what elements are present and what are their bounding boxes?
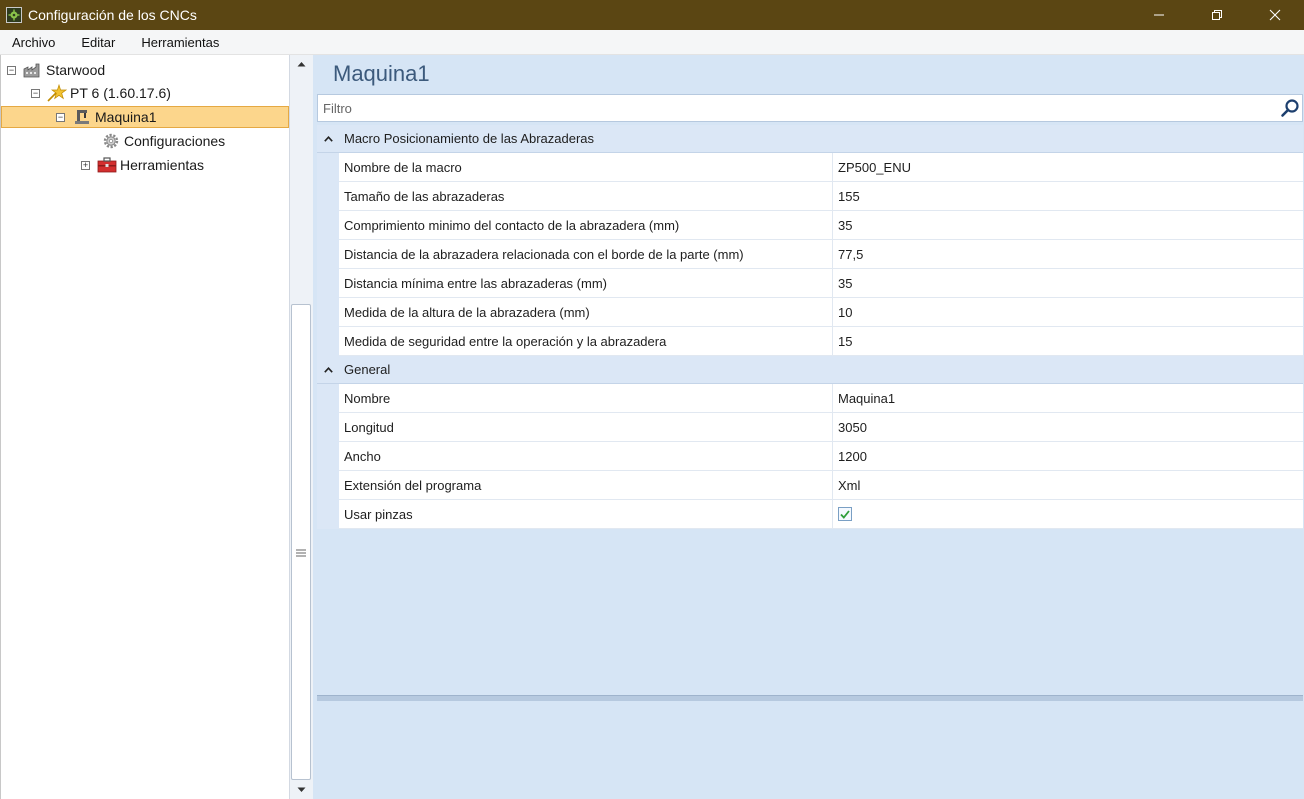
chevron-down-icon: [297, 787, 306, 792]
collapse-icon[interactable]: −: [56, 112, 65, 122]
property-name: Usar pinzas: [339, 500, 833, 529]
collapse-icon[interactable]: −: [31, 88, 40, 98]
property-row[interactable]: Distancia de la abrazadera relacionada c…: [317, 240, 1303, 269]
property-row[interactable]: Nombre de la macro ZP500_ENU: [317, 153, 1303, 182]
property-value[interactable]: 77,5: [833, 240, 1303, 269]
property-row[interactable]: Medida de seguridad entre la operación y…: [317, 327, 1303, 356]
checkmark-icon: [840, 509, 850, 519]
property-value: [833, 500, 1303, 529]
property-row[interactable]: Longitud 3050: [317, 413, 1303, 442]
restore-icon: [1212, 10, 1222, 20]
property-name: Tamaño de las abrazaderas: [339, 182, 833, 211]
title-bar: Configuración de los CNCs: [0, 0, 1304, 30]
property-row[interactable]: Nombre Maquina1: [317, 384, 1303, 413]
property-name: Longitud: [339, 413, 833, 442]
property-row[interactable]: Tamaño de las abrazaderas 155: [317, 182, 1303, 211]
restore-button[interactable]: [1188, 0, 1246, 30]
property-row[interactable]: Comprimiento minimo del contacto de la a…: [317, 211, 1303, 240]
filter-box: [317, 94, 1303, 122]
tree-item-label: PT 6 (1.60.17.6): [70, 85, 171, 101]
tree-item-label: Maquina1: [95, 109, 157, 125]
tree-item-configuraciones[interactable]: Configuraciones: [101, 130, 225, 152]
property-name: Ancho: [339, 442, 833, 471]
menu-bar: Archivo Editar Herramientas: [0, 30, 1304, 55]
tree-scrollbar[interactable]: [289, 55, 313, 799]
property-row[interactable]: Ancho 1200: [317, 442, 1303, 471]
usar-pinzas-checkbox[interactable]: [838, 507, 852, 521]
property-name: Nombre de la macro: [339, 153, 833, 182]
star-tool-icon: [47, 84, 67, 102]
property-grid: Macro Posicionamiento de las Abrazaderas…: [317, 125, 1303, 529]
app-icon: [6, 7, 22, 23]
property-name: Nombre: [339, 384, 833, 413]
property-row[interactable]: Medida de la altura de la abrazadera (mm…: [317, 298, 1303, 327]
chevron-up-icon[interactable]: [317, 125, 339, 153]
property-name: Medida de la altura de la abrazadera (mm…: [339, 298, 833, 327]
property-value[interactable]: ZP500_ENU: [833, 153, 1303, 182]
category-header-macro[interactable]: Macro Posicionamiento de las Abrazaderas: [317, 125, 1303, 153]
window-title: Configuración de los CNCs: [28, 7, 197, 23]
category-header-general[interactable]: General: [317, 356, 1303, 384]
chevron-up-icon: [297, 62, 306, 67]
property-name: Distancia mínima entre las abrazaderas (…: [339, 269, 833, 298]
property-row[interactable]: Distancia mínima entre las abrazaderas (…: [317, 269, 1303, 298]
splitter-grip-icon[interactable]: [295, 546, 307, 561]
property-value[interactable]: 1200: [833, 442, 1303, 471]
tree-item-label: Herramientas: [120, 157, 205, 173]
property-name: Extensión del programa: [339, 471, 833, 500]
minimize-icon: [1154, 14, 1164, 16]
menu-editar[interactable]: Editar: [69, 35, 129, 50]
scroll-up-button[interactable]: [290, 55, 313, 73]
property-value[interactable]: 3050: [833, 413, 1303, 442]
category-label: Macro Posicionamiento de las Abrazaderas: [344, 131, 595, 146]
tree-item-pt6[interactable]: − PT 6 (1.60.17.6): [31, 82, 171, 104]
property-value[interactable]: 35: [833, 269, 1303, 298]
menu-archivo[interactable]: Archivo: [0, 35, 69, 50]
tree-panel: − Starwood − PT 6 (1.60.17.6) − Maquina1…: [0, 55, 289, 799]
property-value[interactable]: 15: [833, 327, 1303, 356]
chevron-up-icon[interactable]: [317, 356, 339, 384]
description-area: [317, 701, 1303, 799]
machine-icon: [72, 108, 92, 126]
close-button[interactable]: [1246, 0, 1304, 30]
property-value[interactable]: 10: [833, 298, 1303, 327]
tree-item-starwood[interactable]: − Starwood: [7, 59, 105, 81]
property-value[interactable]: 35: [833, 211, 1303, 240]
property-row[interactable]: Extensión del programa Xml: [317, 471, 1303, 500]
expand-icon[interactable]: +: [81, 160, 90, 170]
scroll-thumb[interactable]: [291, 304, 311, 780]
tree-item-herramientas[interactable]: + Herramientas: [81, 154, 204, 176]
minimize-button[interactable]: [1130, 0, 1188, 30]
property-name: Distancia de la abrazadera relacionada c…: [339, 240, 833, 269]
property-row[interactable]: Usar pinzas: [317, 500, 1303, 529]
filter-input[interactable]: [318, 95, 1263, 121]
factory-icon: [23, 61, 43, 79]
property-value[interactable]: 155: [833, 182, 1303, 211]
close-icon: [1269, 9, 1281, 21]
property-name: Medida de seguridad entre la operación y…: [339, 327, 833, 356]
property-value[interactable]: Xml: [833, 471, 1303, 500]
category-label: General: [344, 362, 391, 377]
toolbox-icon: [97, 156, 117, 174]
page-title: Maquina1: [333, 61, 430, 86]
scroll-down-button[interactable]: [290, 781, 313, 799]
collapse-icon[interactable]: −: [7, 65, 16, 75]
menu-herramientas[interactable]: Herramientas: [129, 35, 233, 50]
property-name: Comprimiento minimo del contacto de la a…: [339, 211, 833, 240]
property-value[interactable]: Maquina1: [833, 384, 1303, 413]
tree-item-maquina1[interactable]: − Maquina1: [1, 106, 289, 128]
gear-icon: [101, 132, 121, 150]
search-icon[interactable]: [1280, 98, 1300, 118]
property-panel: Maquina1 Macro Posicionamiento de las Ab…: [313, 55, 1304, 799]
tree-item-label: Starwood: [46, 62, 106, 78]
tree-item-label: Configuraciones: [124, 133, 226, 149]
